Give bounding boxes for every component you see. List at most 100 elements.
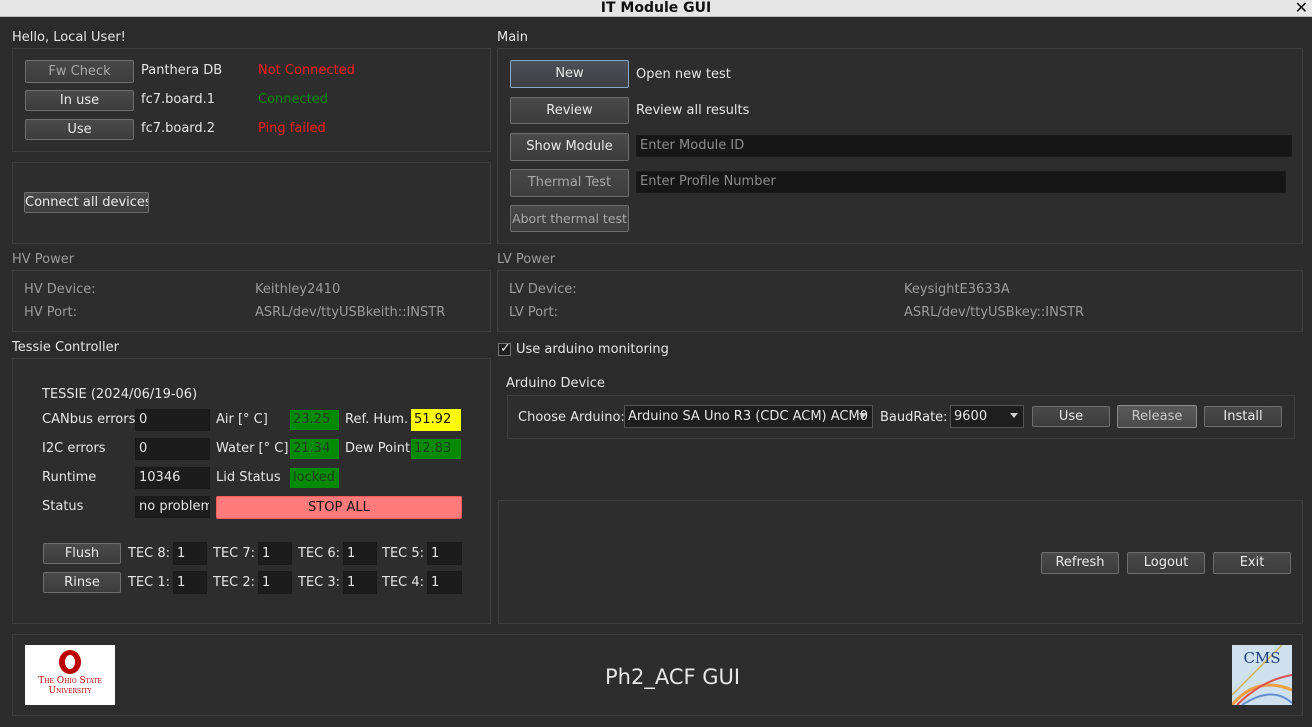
lv-title: LV Power [497, 252, 556, 267]
device-status: Connected [258, 92, 329, 107]
greeting-label: Hello, Local User! [12, 30, 126, 45]
device-status: Ping failed [258, 121, 326, 136]
tec2-value[interactable]: 1 [258, 571, 292, 594]
arduino-select-value: Arduino SA Uno R3 (CDC ACM) ACM0 [628, 409, 868, 424]
tec3-label: TEC 3: [298, 575, 341, 590]
lv-device-label: LV Device: [509, 282, 577, 297]
chevron-down-icon [1010, 413, 1018, 418]
arduino-panel: Choose Arduino: Arduino SA Uno R3 (CDC A… [507, 395, 1295, 439]
refhum-value: 51.92 [411, 409, 461, 431]
tec7-value[interactable]: 1 [258, 542, 292, 565]
refresh-button[interactable]: Refresh [1041, 552, 1119, 574]
hv-device-label: HV Device: [24, 282, 96, 297]
lid-status-value: locked [290, 468, 339, 488]
arduino-release-button[interactable]: Release [1117, 405, 1197, 428]
dewpoint-value: 12.83 [411, 439, 461, 459]
tec6-label: TEC 6: [298, 546, 341, 561]
module-id-input[interactable]: Enter Module ID [636, 135, 1292, 157]
lv-port-value: ASRL/dev/ttyUSBkey::INSTR [904, 305, 1085, 320]
new-description: Open new test [636, 67, 731, 82]
tec2-label: TEC 2: [213, 575, 256, 590]
window-title: IT Module GUI [600, 0, 712, 16]
use-arduino-label: Use arduino monitoring [516, 342, 669, 357]
device-name: fc7.board.1 [141, 92, 216, 107]
tec8-label: TEC 8: [128, 546, 171, 561]
tec1-label: TEC 1: [128, 575, 171, 590]
i2c-value: 0 [135, 438, 210, 460]
close-icon[interactable]: ✕ [1295, 0, 1308, 16]
fw-check-button[interactable]: Fw Check [25, 60, 134, 83]
canbus-value: 0 [135, 409, 210, 431]
hv-port-label: HV Port: [24, 305, 77, 320]
flush-button[interactable]: Flush [43, 543, 121, 564]
arduino-use-button[interactable]: Use [1032, 406, 1110, 427]
tec8-value[interactable]: 1 [173, 542, 207, 565]
air-label: Air [° C] [216, 412, 268, 427]
tec6-value[interactable]: 1 [343, 542, 377, 565]
baudrate-label: BaudRate: [880, 410, 948, 425]
actions-panel: Refresh Logout Exit [498, 500, 1303, 624]
arduino-select[interactable]: Arduino SA Uno R3 (CDC ACM) ACM0 [624, 405, 873, 428]
tessie-header: TESSIE (2024/06/19-06) [42, 387, 198, 402]
runtime-label: Runtime [42, 470, 97, 485]
thermal-test-button[interactable]: Thermal Test [510, 169, 629, 197]
review-description: Review all results [636, 103, 750, 118]
lv-port-label: LV Port: [509, 305, 558, 320]
stop-all-button[interactable]: STOP ALL [216, 496, 462, 519]
hv-device-value: Keithley2410 [255, 282, 341, 297]
rinse-button[interactable]: Rinse [43, 572, 121, 593]
baudrate-select[interactable]: 9600 [950, 405, 1024, 428]
ohio-state-logo: The Ohio State University [25, 645, 115, 705]
use-arduino-checkbox[interactable] [498, 341, 511, 356]
app-title: Ph2_ACF GUI [605, 665, 741, 689]
baudrate-select-value: 9600 [954, 409, 988, 424]
refhum-label: Ref. Hum. [345, 412, 409, 427]
use-button[interactable]: Use [25, 119, 134, 140]
status-value: no problem [135, 496, 210, 518]
canbus-label: CANbus errors [42, 412, 136, 427]
lv-panel: LV Device: KeysightE3633A LV Port: ASRL/… [497, 270, 1303, 332]
dewpoint-label: Dew Point [345, 441, 411, 456]
tec4-label: TEC 4: [382, 575, 425, 590]
osu-line2: University [48, 686, 92, 696]
cms-label: CMS [1243, 649, 1281, 667]
tec5-label: TEC 5: [382, 546, 425, 561]
tec5-value[interactable]: 1 [427, 542, 462, 565]
device-panel: Fw Check Panthera DB Not Connected In us… [12, 48, 491, 152]
air-value: 23.25 [290, 410, 339, 430]
title-bar: IT Module GUI ✕ [0, 0, 1312, 17]
cms-logo: CMS [1232, 645, 1292, 705]
abort-thermal-button[interactable]: Abort thermal test [510, 205, 629, 232]
main-title: Main [497, 30, 529, 45]
ohio-state-block-o-icon [59, 650, 81, 674]
water-label: Water [° C] [216, 441, 289, 456]
device-name: fc7.board.2 [141, 121, 216, 136]
choose-arduino-label: Choose Arduino: [518, 410, 625, 425]
footer-panel: The Ohio State University Ph2_ACF GUI CM… [12, 634, 1303, 716]
tec4-value[interactable]: 1 [427, 571, 462, 594]
osu-line1: The Ohio State [38, 676, 102, 686]
logout-button[interactable]: Logout [1127, 552, 1205, 574]
arduino-install-button[interactable]: Install [1204, 406, 1282, 427]
hv-title: HV Power [12, 252, 75, 267]
tec1-value[interactable]: 1 [173, 571, 207, 594]
new-button[interactable]: New [510, 60, 629, 88]
profile-number-input[interactable]: Enter Profile Number [636, 171, 1286, 193]
tessie-title: Tessie Controller [12, 340, 119, 355]
tec7-label: TEC 7: [213, 546, 256, 561]
exit-button[interactable]: Exit [1213, 552, 1291, 574]
hv-panel: HV Device: Keithley2410 HV Port: ASRL/de… [12, 270, 491, 332]
show-module-button[interactable]: Show Module [510, 133, 629, 161]
connect-all-button[interactable]: Connect all devices [24, 192, 149, 213]
hv-port-value: ASRL/dev/ttyUSBkeith::INSTR [255, 305, 446, 320]
review-button[interactable]: Review [510, 97, 629, 124]
in-use-button[interactable]: In use [25, 90, 134, 111]
runtime-value: 10346 [135, 467, 210, 489]
water-value: 21.34 [290, 439, 339, 459]
lid-status-label: Lid Status [216, 470, 281, 485]
main-panel: New Open new test Review Review all resu… [497, 48, 1303, 244]
tec3-value[interactable]: 1 [343, 571, 377, 594]
device-name: Panthera DB [141, 63, 223, 78]
connect-panel: Connect all devices [12, 162, 491, 244]
device-status: Not Connected [258, 63, 355, 78]
